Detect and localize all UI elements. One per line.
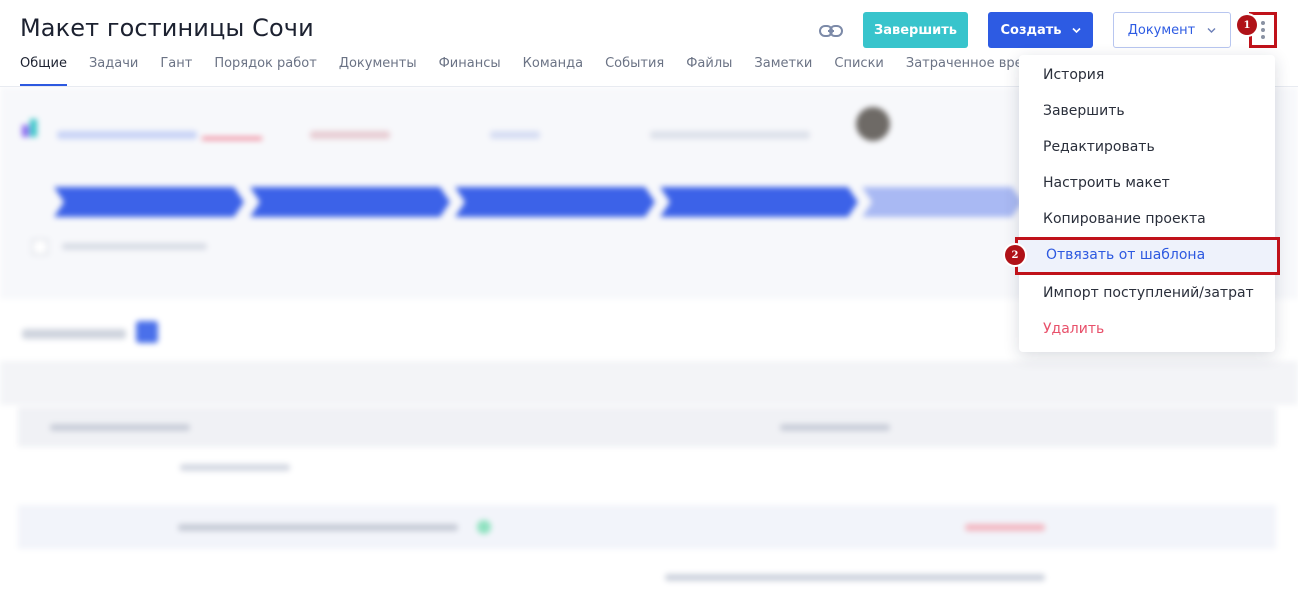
blurred-table-header bbox=[0, 361, 1298, 405]
blurred-value bbox=[490, 131, 540, 139]
menu-item-copy-project[interactable]: Копирование проекта bbox=[1019, 201, 1275, 237]
more-actions-menu: История Завершить Редактировать Настроит… bbox=[1015, 55, 1280, 352]
status-dot bbox=[477, 520, 491, 534]
step-badge-1: 1 bbox=[1237, 15, 1257, 35]
create-button-label: Создать bbox=[1000, 22, 1062, 38]
chevron-down-icon bbox=[1207, 27, 1216, 33]
finish-button-label: Завершить bbox=[873, 22, 958, 38]
chevron-down-icon bbox=[1071, 27, 1081, 33]
checkbox bbox=[32, 239, 48, 255]
tab-lists[interactable]: Списки bbox=[834, 54, 883, 86]
tab-team[interactable]: Команда bbox=[523, 54, 583, 86]
menu-item-unlink-template[interactable]: Отвязать от шаблона bbox=[1015, 237, 1280, 275]
link-icon[interactable] bbox=[818, 20, 844, 42]
blurred-group-row bbox=[18, 407, 1276, 447]
blurred-text bbox=[178, 524, 458, 531]
blurred-value bbox=[310, 131, 390, 139]
menu-item-delete[interactable]: Удалить bbox=[1019, 311, 1275, 347]
blurred-value bbox=[650, 131, 810, 139]
add-icon bbox=[136, 321, 158, 343]
project-tabs: Общие Задачи Гант Порядок работ Документ… bbox=[20, 54, 1093, 86]
more-vertical-icon-dot bbox=[1261, 28, 1265, 32]
tab-finance[interactable]: Финансы bbox=[439, 54, 501, 86]
tab-general[interactable]: Общие bbox=[20, 54, 67, 86]
page-title: Макет гостиницы Сочи bbox=[20, 14, 314, 42]
stage-pill bbox=[54, 187, 244, 217]
menu-item-import[interactable]: Импорт поступлений/затрат bbox=[1019, 275, 1275, 311]
document-button[interactable]: Документ bbox=[1113, 12, 1231, 48]
tab-work-order[interactable]: Порядок работ bbox=[214, 54, 317, 86]
blurred-text bbox=[965, 524, 1045, 531]
menu-item-edit[interactable]: Редактировать bbox=[1019, 129, 1275, 165]
stage-pill bbox=[250, 187, 450, 217]
menu-item-configure-layout[interactable]: Настроить макет bbox=[1019, 165, 1275, 201]
stage-pill bbox=[660, 187, 858, 217]
more-vertical-icon-dot bbox=[1261, 35, 1265, 39]
avatar bbox=[856, 107, 890, 141]
blurred-bar bbox=[202, 137, 262, 140]
stage-pill bbox=[862, 187, 1022, 217]
tab-files[interactable]: Файлы bbox=[686, 54, 732, 86]
blurred-text bbox=[180, 464, 290, 471]
tab-documents[interactable]: Документы bbox=[339, 54, 417, 86]
step-badge-2: 2 bbox=[1005, 245, 1025, 265]
blurred-totals bbox=[665, 574, 1045, 581]
blurred-label bbox=[62, 243, 207, 250]
tab-tasks[interactable]: Задачи bbox=[89, 54, 138, 86]
chart-icon bbox=[22, 119, 37, 137]
blurred-text bbox=[50, 424, 190, 431]
finish-button[interactable]: Завершить bbox=[863, 12, 968, 48]
create-button[interactable]: Создать bbox=[988, 12, 1093, 48]
menu-item-finish[interactable]: Завершить bbox=[1019, 93, 1275, 129]
menu-item-history[interactable]: История bbox=[1019, 57, 1275, 93]
blurred-value bbox=[57, 131, 197, 139]
blurred-text bbox=[780, 424, 890, 431]
more-vertical-icon bbox=[1261, 21, 1265, 25]
tab-gantt[interactable]: Гант bbox=[160, 54, 192, 86]
tab-events[interactable]: События bbox=[605, 54, 664, 86]
tab-notes[interactable]: Заметки bbox=[754, 54, 812, 86]
document-button-label: Документ bbox=[1127, 22, 1196, 38]
blurred-heading bbox=[22, 329, 126, 339]
stage-pill bbox=[455, 187, 655, 217]
